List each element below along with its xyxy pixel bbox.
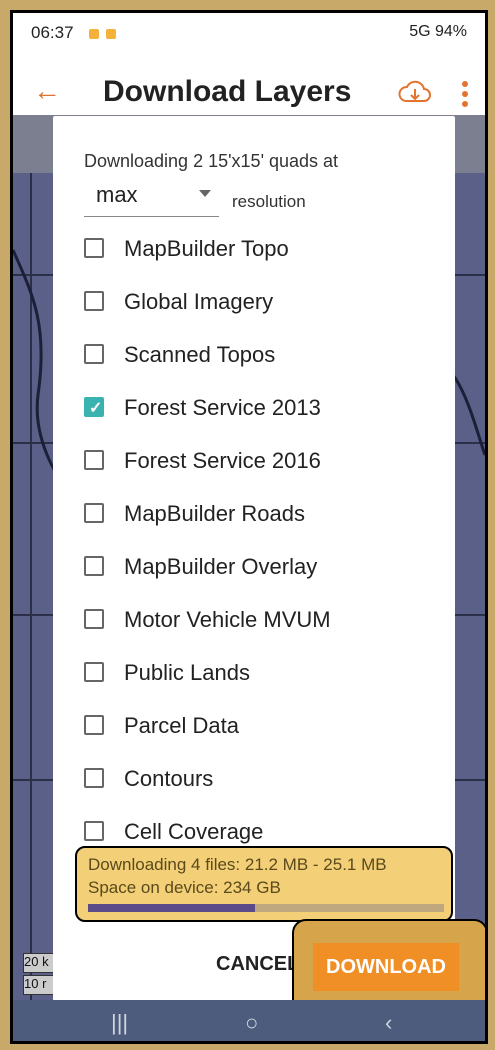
layer-label: Forest Service 2013 <box>124 395 321 420</box>
layer-checkbox[interactable] <box>84 450 104 470</box>
resolution-dropdown[interactable]: max <box>84 176 219 217</box>
chevron-down-icon <box>199 190 211 197</box>
more-vert-icon[interactable] <box>461 79 469 109</box>
device-space: Space on device: 234 GB <box>88 878 281 897</box>
layer-row[interactable]: Motor Vehicle MVUM <box>84 597 414 647</box>
layer-checkbox[interactable] <box>84 821 104 841</box>
notification-icon <box>106 29 116 39</box>
progress-fill <box>88 904 256 912</box>
back-arrow-icon[interactable]: ← <box>33 71 61 111</box>
layer-label: MapBuilder Roads <box>124 501 305 526</box>
layer-checkbox[interactable] <box>84 662 104 682</box>
layer-row[interactable]: Parcel Data <box>84 703 414 753</box>
layer-label: Parcel Data <box>124 713 239 738</box>
layer-row[interactable]: Contours <box>84 756 414 806</box>
layer-row[interactable]: Scanned Topos <box>84 332 414 382</box>
layer-checkbox[interactable]: ✓ <box>84 397 104 417</box>
layer-checkbox[interactable] <box>84 556 104 576</box>
download-button[interactable]: DOWNLOAD <box>313 943 459 991</box>
back-nav-icon[interactable]: ‹ <box>385 1010 392 1036</box>
resolution-value: max <box>96 182 138 207</box>
layer-checkbox[interactable] <box>84 344 104 364</box>
download-summary-box: Downloading 4 files: 21.2 MB - 25.1 MB S… <box>75 846 453 922</box>
status-bar: 06:37 5G 94% <box>13 13 485 53</box>
home-icon[interactable]: ○ <box>245 1010 258 1036</box>
layer-row[interactable]: MapBuilder Overlay <box>84 544 414 594</box>
layer-row[interactable]: Forest Service 2016 <box>84 438 414 488</box>
layer-row[interactable]: MapBuilder Roads <box>84 491 414 541</box>
layer-label: Forest Service 2016 <box>124 448 321 473</box>
layer-checkbox[interactable] <box>84 503 104 523</box>
layer-checkbox[interactable] <box>84 715 104 735</box>
layer-row[interactable]: Public Lands <box>84 650 414 700</box>
layer-label: Motor Vehicle MVUM <box>124 607 331 632</box>
layer-row[interactable]: Global Imagery <box>84 279 414 329</box>
page-title: Download Layers <box>103 75 352 108</box>
status-right: 5G 94% <box>409 23 467 40</box>
download-info: Downloading 2 15'x15' quads at <box>84 151 339 171</box>
layer-label: Public Lands <box>124 660 250 685</box>
resolution-label: resolution <box>232 192 306 211</box>
download-summary: Downloading 4 files: 21.2 MB - 25.1 MB <box>88 855 387 874</box>
layer-label: Contours <box>124 766 214 791</box>
cancel-button[interactable]: CANCEL <box>216 953 299 976</box>
layer-label: Cell Coverage <box>124 819 264 844</box>
system-nav-bar: ||| ○ ‹ <box>13 1000 485 1041</box>
layer-label: Global Imagery <box>124 289 274 314</box>
check-icon: ✓ <box>89 400 103 417</box>
layer-label: MapBuilder Topo <box>124 236 289 261</box>
status-time: 06:37 <box>31 23 74 42</box>
phone-frame: 06:37 5G 94% ← Download Layers 20 k 10 r… <box>10 10 488 1044</box>
layer-checkbox[interactable] <box>84 609 104 629</box>
cloud-download-icon[interactable] <box>398 79 432 109</box>
layer-checkbox[interactable] <box>84 768 104 788</box>
layer-checkbox[interactable] <box>84 291 104 311</box>
download-progress <box>88 904 444 912</box>
layer-row[interactable]: ✓ Forest Service 2013 <box>84 385 414 435</box>
notification-icon <box>89 29 99 39</box>
layer-label: MapBuilder Overlay <box>124 554 318 579</box>
layer-label: Scanned Topos <box>124 342 276 367</box>
recent-apps-icon[interactable]: ||| <box>111 1010 128 1036</box>
layer-checkbox[interactable] <box>84 238 104 258</box>
layer-row[interactable]: MapBuilder Topo <box>84 226 414 276</box>
